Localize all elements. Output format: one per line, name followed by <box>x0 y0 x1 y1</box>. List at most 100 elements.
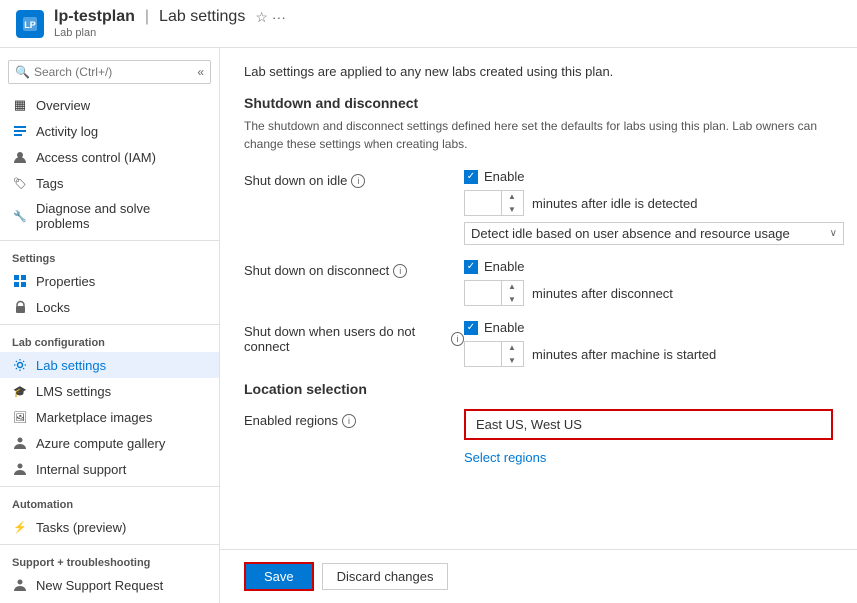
idle-shutdown-checkbox[interactable]: ✓ <box>464 170 478 184</box>
sidebar-label-access-control: Access control (IAM) <box>36 150 156 165</box>
no-connect-minutes-up[interactable]: ▲ <box>502 341 522 354</box>
idle-detection-option: Detect idle based on user absence and re… <box>471 226 790 241</box>
resource-name: lp-testplan <box>54 8 135 26</box>
sidebar: 🔍 « ▦ Overview Activity log Access contr… <box>0 48 220 603</box>
sidebar-item-internal-support[interactable]: Internal support <box>0 456 219 482</box>
select-regions-link[interactable]: Select regions <box>464 450 833 465</box>
sidebar-item-tags[interactable]: 🏷 Tags <box>0 170 219 196</box>
disconnect-minutes-row: 0 ▲ ▼ minutes after disconnect <box>464 280 833 306</box>
sidebar-item-lab-settings[interactable]: Lab settings <box>0 352 219 378</box>
search-icon: 🔍 <box>15 65 30 79</box>
disconnect-shutdown-controls: ✓ Enable 0 ▲ ▼ minutes after disconnect <box>464 259 833 306</box>
access-control-icon <box>12 149 28 165</box>
section-label-settings: Settings <box>0 245 219 268</box>
sidebar-label-overview: Overview <box>36 98 90 113</box>
section-label-automation: Automation <box>0 491 219 514</box>
diagnose-icon: 🔧 <box>12 208 28 224</box>
idle-detection-dropdown[interactable]: Detect idle based on user absence and re… <box>464 222 844 245</box>
idle-shutdown-enable-label: Enable <box>484 169 524 184</box>
idle-shutdown-label: Shut down on idle i <box>244 169 464 188</box>
sidebar-label-tags: Tags <box>36 176 63 191</box>
sidebar-item-lms-settings[interactable]: 🎓 LMS settings <box>0 378 219 404</box>
page-header: LP lp-testplan | Lab settings ☆ ··· Lab … <box>0 0 857 48</box>
page-title: Lab settings <box>159 8 245 26</box>
locks-icon <box>12 299 28 315</box>
enabled-regions-controls: East US, West US Select regions <box>464 409 833 465</box>
search-input[interactable] <box>34 65 193 79</box>
marketplace-images-icon: 🖼 <box>12 409 28 425</box>
enabled-regions-info-icon[interactable]: i <box>342 414 356 428</box>
header-title-group: lp-testplan | Lab settings ☆ ··· Lab pla… <box>54 8 286 39</box>
no-connect-shutdown-controls: ✓ Enable 15 ▲ ▼ minutes after machine is… <box>464 320 833 367</box>
idle-shutdown-info-icon[interactable]: i <box>351 174 365 188</box>
no-connect-shutdown-info-icon[interactable]: i <box>451 332 464 346</box>
no-connect-minutes-spinner[interactable]: 15 ▲ ▼ <box>464 341 524 367</box>
no-connect-minutes-unit: minutes after machine is started <box>532 347 716 362</box>
save-button[interactable]: Save <box>244 562 314 591</box>
disconnect-minutes-spinner[interactable]: 0 ▲ ▼ <box>464 280 524 306</box>
overview-icon: ▦ <box>12 97 28 113</box>
collapse-icon[interactable]: « <box>197 65 204 79</box>
footer: Save Discard changes <box>220 549 857 603</box>
sidebar-label-new-support-request: New Support Request <box>36 578 163 593</box>
sidebar-item-locks[interactable]: Locks <box>0 294 219 320</box>
idle-minutes-up[interactable]: ▲ <box>502 190 522 203</box>
sidebar-label-azure-compute-gallery: Azure compute gallery <box>36 436 165 451</box>
no-connect-minutes-arrows: ▲ ▼ <box>501 341 522 367</box>
sidebar-label-activity-log: Activity log <box>36 124 98 139</box>
search-box[interactable]: 🔍 « <box>8 60 211 84</box>
disconnect-shutdown-checkbox[interactable]: ✓ <box>464 260 478 274</box>
idle-minutes-down[interactable]: ▼ <box>502 203 522 216</box>
sidebar-label-tasks: Tasks (preview) <box>36 520 126 535</box>
no-connect-minutes-down[interactable]: ▼ <box>502 354 522 367</box>
properties-icon <box>12 273 28 289</box>
disconnect-shutdown-enable-label: Enable <box>484 259 524 274</box>
idle-minutes-input[interactable]: 15 <box>465 196 501 211</box>
sidebar-label-internal-support: Internal support <box>36 462 126 477</box>
idle-minutes-spinner[interactable]: 15 ▲ ▼ <box>464 190 524 216</box>
enabled-regions-value: East US, West US <box>464 409 833 440</box>
idle-shutdown-row: Shut down on idle i ✓ Enable 15 ▲ ▼ <box>244 169 833 245</box>
disconnect-minutes-arrows: ▲ ▼ <box>501 280 522 306</box>
disconnect-shutdown-enable-row: ✓ Enable <box>464 259 833 274</box>
no-connect-minutes-input[interactable]: 15 <box>465 347 501 362</box>
no-connect-shutdown-enable-row: ✓ Enable <box>464 320 833 335</box>
favorite-icon[interactable]: ☆ <box>255 9 268 26</box>
idle-minutes-arrows: ▲ ▼ <box>501 190 522 216</box>
sidebar-item-azure-compute-gallery[interactable]: Azure compute gallery <box>0 430 219 456</box>
sidebar-label-lab-settings: Lab settings <box>36 358 106 373</box>
svg-text:LP: LP <box>24 20 36 30</box>
sidebar-item-new-support-request[interactable]: New Support Request <box>0 572 219 598</box>
header-separator: | <box>145 8 149 26</box>
sidebar-item-diagnose[interactable]: 🔧 Diagnose and solve problems <box>0 196 219 236</box>
section-label-support-troubleshooting: Support + troubleshooting <box>0 549 219 572</box>
content-intro: Lab settings are applied to any new labs… <box>244 64 833 79</box>
more-options-icon[interactable]: ··· <box>272 9 286 25</box>
disconnect-minutes-down[interactable]: ▼ <box>502 293 522 306</box>
lms-settings-icon: 🎓 <box>12 383 28 399</box>
tags-icon: 🏷 <box>12 175 28 191</box>
resource-icon: LP <box>16 10 44 38</box>
discard-button[interactable]: Discard changes <box>322 563 449 590</box>
disconnect-minutes-up[interactable]: ▲ <box>502 280 522 293</box>
sidebar-label-properties: Properties <box>36 274 95 289</box>
no-connect-minutes-row: 15 ▲ ▼ minutes after machine is started <box>464 341 833 367</box>
disconnect-shutdown-label: Shut down on disconnect i <box>244 259 464 278</box>
section-label-lab-config: Lab configuration <box>0 329 219 352</box>
sidebar-label-diagnose: Diagnose and solve problems <box>36 201 207 231</box>
disconnect-minutes-input[interactable]: 0 <box>465 286 501 301</box>
no-connect-shutdown-checkbox[interactable]: ✓ <box>464 321 478 335</box>
main-content: Lab settings are applied to any new labs… <box>220 48 857 549</box>
sidebar-item-properties[interactable]: Properties <box>0 268 219 294</box>
sidebar-item-access-control[interactable]: Access control (IAM) <box>0 144 219 170</box>
idle-detection-dropdown-arrow: ∨ <box>830 228 837 239</box>
sidebar-label-lms-settings: LMS settings <box>36 384 111 399</box>
sidebar-item-overview[interactable]: ▦ Overview <box>0 92 219 118</box>
shutdown-section-description: The shutdown and disconnect settings def… <box>244 117 833 153</box>
disconnect-shutdown-info-icon[interactable]: i <box>393 264 407 278</box>
no-connect-shutdown-row: Shut down when users do not connect i ✓ … <box>244 320 833 367</box>
sidebar-item-activity-log[interactable]: Activity log <box>0 118 219 144</box>
idle-minutes-unit: minutes after idle is detected <box>532 196 697 211</box>
sidebar-item-tasks[interactable]: ⚡ Tasks (preview) <box>0 514 219 540</box>
sidebar-item-marketplace-images[interactable]: 🖼 Marketplace images <box>0 404 219 430</box>
